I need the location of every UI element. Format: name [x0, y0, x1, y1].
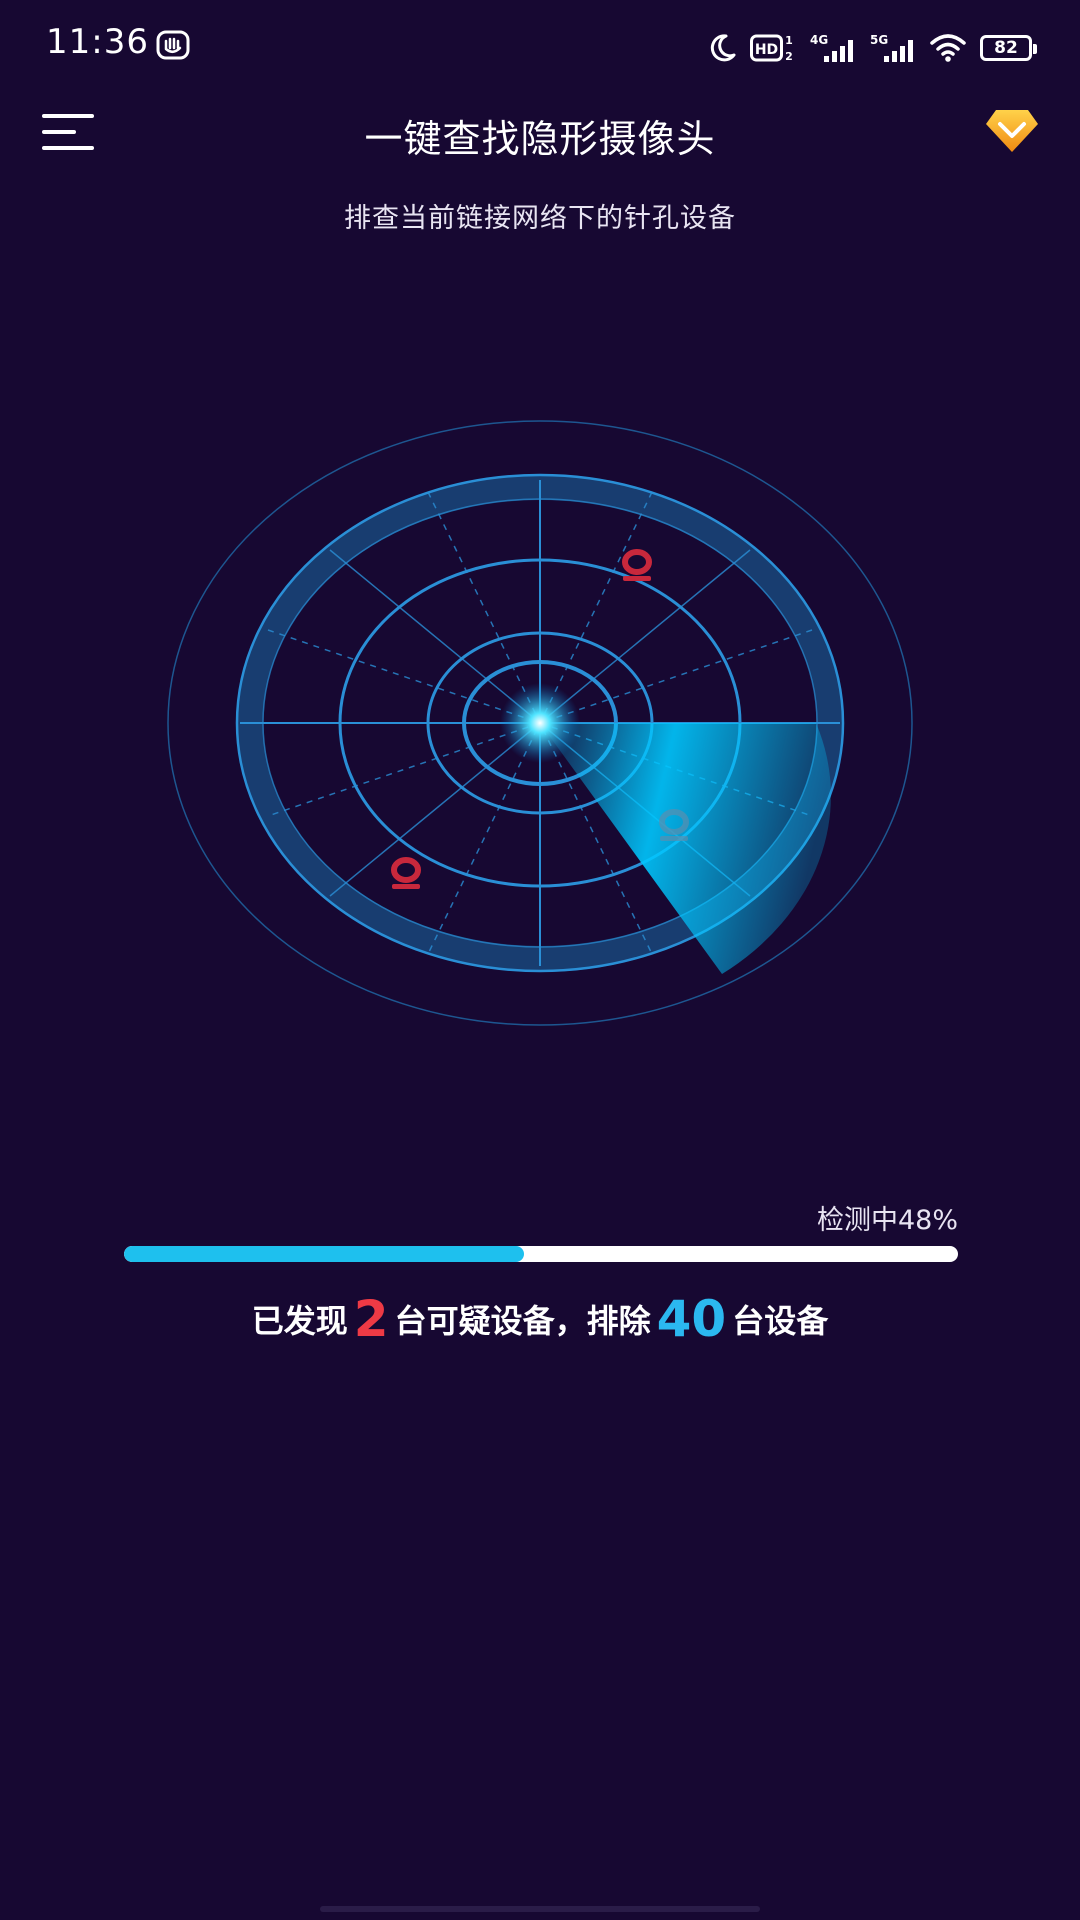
scan-status-label: 检测中48% — [816, 1205, 958, 1236]
status-icons: HD 1 2 4G 5G 82 — [708, 28, 1037, 68]
result-prefix: 已发现 — [251, 1302, 348, 1340]
status-bar: 11:36 HD 1 2 4G 5G 82 — [0, 0, 1080, 96]
hd-icon: HD 1 2 — [750, 34, 793, 63]
svg-text:4G: 4G — [810, 33, 828, 47]
signal-4g-icon: 4G — [810, 33, 853, 62]
page-title: 一键查找隐形摄像头 — [364, 117, 716, 161]
location-pin-icon — [391, 857, 421, 889]
svg-text:HD: HD — [755, 42, 778, 58]
result-middle: 台可疑设备，排除 — [394, 1302, 651, 1340]
found-count: 2 — [353, 1290, 389, 1348]
radar-scanner — [167, 420, 913, 1026]
svg-text:2: 2 — [785, 50, 793, 63]
screen: 11:36 HD 1 2 4G 5G 82 一键查找隐形摄像头 排查当前链接网络… — [0, 0, 1080, 1920]
page-subtitle: 排查当前链接网络下的针孔设备 — [344, 203, 736, 234]
battery-icon: 82 — [980, 35, 1037, 61]
scan-result-summary: 已发现 2 台可疑设备，排除 40 台设备 — [0, 1290, 1080, 1348]
wifi-icon — [930, 34, 966, 62]
svg-text:5G: 5G — [870, 33, 888, 47]
moon-icon — [710, 34, 736, 62]
vip-diamond-icon[interactable] — [984, 106, 1040, 154]
home-indicator[interactable] — [320, 1906, 760, 1912]
scan-progress-bar — [124, 1246, 958, 1262]
svg-text:1: 1 — [785, 34, 793, 47]
radar-center — [500, 683, 580, 763]
status-time: 11:36 — [46, 22, 149, 62]
excluded-count: 40 — [656, 1290, 727, 1348]
battery-level: 82 — [994, 37, 1018, 58]
scan-progress-fill — [124, 1246, 525, 1262]
hand-icon — [156, 30, 190, 60]
result-suffix: 台设备 — [732, 1302, 829, 1340]
location-pin-icon — [622, 549, 652, 581]
signal-5g-icon: 5G — [870, 33, 913, 62]
